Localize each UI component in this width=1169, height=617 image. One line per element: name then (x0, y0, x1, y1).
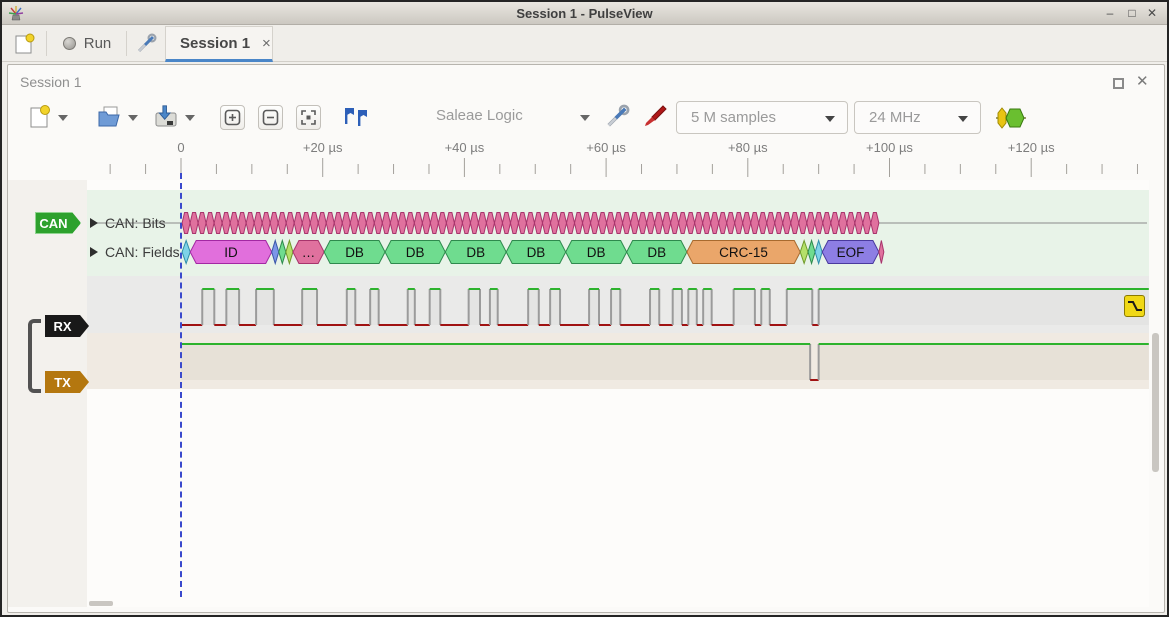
field-annotation-label: DB (466, 245, 485, 260)
combo-caret-icon (825, 116, 835, 122)
tab-label: Session 1 (180, 35, 250, 52)
field-annotation-label: DB (345, 245, 364, 260)
time-ruler: 0 +20 µs +40 µs +60 µs +80 µs +100 µs +120 µs (87, 136, 1149, 180)
row-label-can-bits[interactable]: CAN: Bits (90, 215, 166, 231)
tab-session-1[interactable]: Session 1 × (165, 26, 273, 62)
save-dropdown-caret[interactable] (185, 115, 195, 121)
zoom-fit-icon (300, 109, 317, 126)
run-button[interactable]: Run (54, 29, 120, 58)
trigger-flags-icon (341, 104, 369, 130)
window-title: Session 1 - PulseView (2, 2, 1167, 25)
combo-caret-icon (958, 116, 968, 122)
field-annotation-label: DB (647, 245, 666, 260)
channel-tag-tx[interactable]: TX (45, 371, 89, 393)
wrench-screwdriver-icon (135, 33, 157, 55)
device-label: Saleae Logic (436, 107, 523, 124)
maximize-button[interactable]: □ (1123, 2, 1141, 25)
tab-close-icon[interactable]: × (262, 35, 271, 52)
sample-rate-value: 24 MHz (869, 109, 921, 126)
ruler-tick-label: +20 µs (303, 140, 343, 155)
zoom-in-button[interactable] (220, 105, 245, 130)
falling-edge-icon (1125, 296, 1144, 316)
dock-float-icon[interactable] (1113, 78, 1124, 89)
probe-icon (641, 104, 667, 130)
sample-rate-combo[interactable]: 24 MHz (854, 101, 981, 134)
new-file-button[interactable] (26, 104, 52, 130)
falling-edge-trigger-marker[interactable] (1124, 295, 1145, 317)
toolbar-separator (46, 31, 47, 56)
new-session-icon (13, 32, 35, 56)
channels-button[interactable] (641, 104, 667, 130)
settings-button[interactable] (130, 29, 162, 58)
field-annotation-label: DB (587, 245, 606, 260)
new-session-button[interactable] (8, 29, 40, 58)
field-annotation-label: ID (224, 245, 238, 260)
ruler-tick-label: +100 µs (866, 140, 913, 155)
open-button[interactable] (96, 104, 122, 130)
configure-device-button[interactable] (604, 104, 630, 130)
close-button[interactable]: ✕ (1143, 2, 1161, 25)
trigger-flags-button[interactable] (341, 104, 369, 130)
dock-close-icon[interactable]: ✕ (1136, 72, 1149, 90)
expander-icon[interactable] (90, 218, 98, 228)
add-decoder-button[interactable] (996, 107, 1026, 129)
field-annotation-label: … (302, 245, 316, 260)
main-toolbar: Run Session 1 × (2, 25, 1167, 62)
panel-title: Session 1 (20, 74, 81, 90)
ruler-tick-label: +60 µs (586, 140, 626, 155)
expander-icon[interactable] (90, 247, 98, 257)
field-annotation-label: DB (527, 245, 546, 260)
toolbar-separator (126, 31, 127, 56)
device-select[interactable]: Saleae Logic (436, 104, 596, 130)
open-dropdown-caret[interactable] (128, 115, 138, 121)
zoom-out-button[interactable] (258, 105, 283, 130)
run-led-icon (63, 37, 76, 50)
ruler-tick-label: 0 (177, 140, 184, 155)
title-bar[interactable]: Session 1 - PulseView – □ ✕ (2, 2, 1167, 25)
zoom-in-icon (224, 109, 241, 126)
channel-tag-rx[interactable]: RX (45, 315, 89, 337)
decoder-tag-can[interactable]: CAN (35, 212, 81, 234)
decoder-icon (996, 107, 1026, 129)
minimize-button[interactable]: – (1101, 2, 1119, 25)
zoom-fit-button[interactable] (296, 105, 321, 130)
pulseview-window: Session 1 - PulseView – □ ✕ Run (0, 0, 1169, 617)
field-annotation-label: EOF (837, 245, 865, 260)
device-dropdown-caret[interactable] (580, 115, 590, 121)
tx-logic-trace (181, 344, 1149, 380)
new-file-dropdown-caret[interactable] (58, 115, 68, 121)
channel-group-bracket (28, 319, 41, 393)
time-zero-cursor (180, 173, 182, 597)
trace-label-gutter (8, 180, 87, 607)
zoom-out-icon (262, 109, 279, 126)
ruler-tick-label: +40 µs (445, 140, 485, 155)
wrench-screwdriver-icon (604, 104, 630, 130)
ruler-tick-label: +80 µs (728, 140, 768, 155)
open-folder-icon (96, 104, 122, 130)
new-file-icon (26, 104, 52, 130)
row-label-can-fields[interactable]: CAN: Fields (90, 244, 180, 260)
save-button[interactable] (153, 104, 179, 130)
field-annotation-label: DB (406, 245, 425, 260)
vertical-scrollbar-thumb[interactable] (1152, 333, 1159, 472)
sample-count-combo[interactable]: 5 M samples (676, 101, 848, 134)
field-annotation-label: CRC-15 (719, 245, 768, 260)
sample-count-value: 5 M samples (691, 109, 776, 126)
run-label: Run (84, 35, 112, 52)
trace-plot-svg: ID … DB DB DB DB DB DB CRC-15 EOF (87, 180, 1149, 607)
ruler-tick-label: +120 µs (1008, 140, 1055, 155)
save-icon (153, 104, 179, 130)
